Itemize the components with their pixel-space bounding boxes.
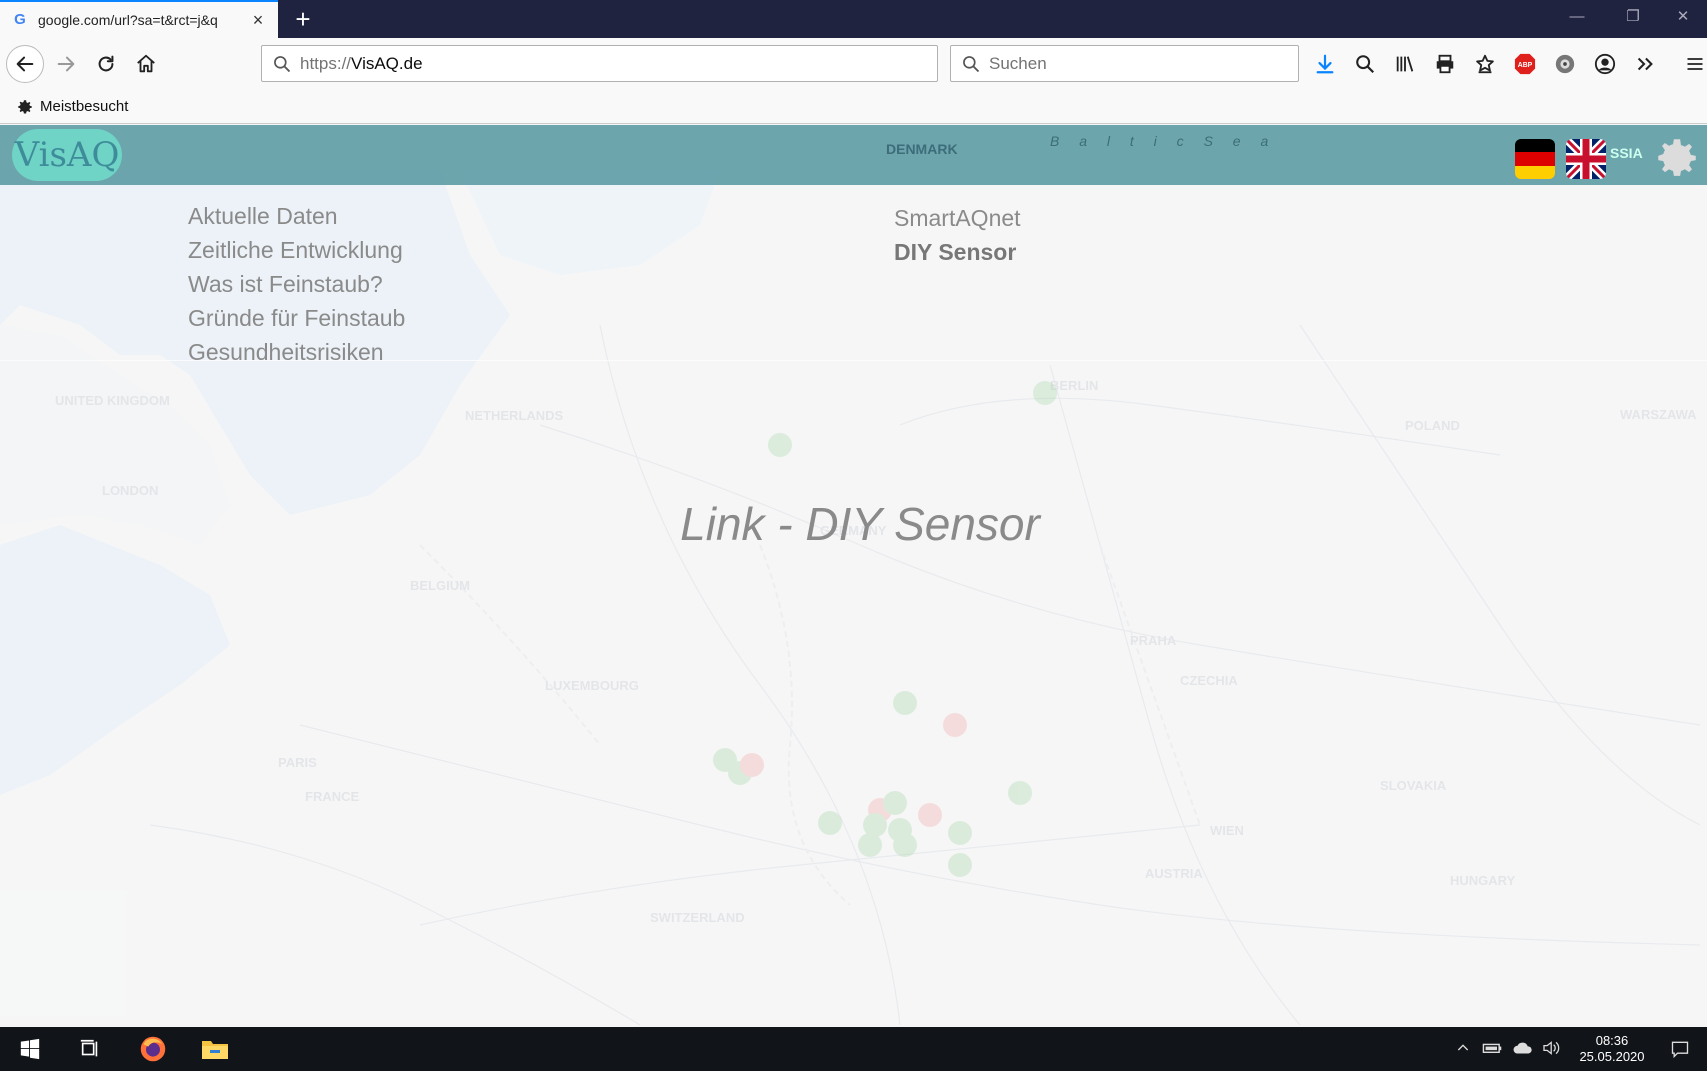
bookmark-label: Meistbesucht (40, 98, 129, 115)
print-icon[interactable] (1431, 50, 1459, 78)
menu-divider (0, 360, 1707, 361)
account-icon[interactable] (1591, 50, 1619, 78)
web-page: UNITED KINGDOM NETHERLANDS GERMANY BELGI… (0, 125, 1707, 1027)
adblock-label: ABP (1518, 62, 1533, 69)
task-view-icon[interactable] (75, 1034, 105, 1064)
nav-item-diy-sensor[interactable]: DIY Sensor (894, 235, 1021, 269)
forward-arrow-icon (57, 56, 75, 72)
menu-icon[interactable] (1681, 50, 1707, 78)
search-icon[interactable] (1351, 50, 1379, 78)
notification-icon[interactable] (1670, 1039, 1690, 1062)
navigation-toolbar: https://VisAQ.de Suchen ABP (0, 38, 1707, 90)
google-favicon-icon: G (14, 11, 26, 28)
nav-item-aktuelle-daten[interactable]: Aktuelle Daten (188, 199, 405, 233)
de-flag-icon[interactable] (1515, 139, 1555, 179)
volume-icon[interactable] (1542, 1040, 1562, 1059)
search-placeholder: Suchen (989, 53, 1047, 73)
bookmark-star-icon[interactable] (1471, 50, 1499, 78)
tab-close-button[interactable]: × (248, 10, 268, 30)
nav-menu-right: SmartAQnet DIY Sensor (894, 201, 1021, 269)
nav-item-gesundheitsrisiken[interactable]: Gesundheitsrisiken (188, 335, 405, 369)
maximize-button[interactable]: ❐ (1610, 0, 1656, 34)
nav-menu-left: Aktuelle Daten Zeitliche Entwicklung Was… (188, 199, 405, 369)
reload-icon (98, 55, 114, 72)
nav-item-smartaqnet[interactable]: SmartAQnet (894, 201, 1021, 235)
bookmarks-toolbar: Meistbesucht (0, 90, 1707, 124)
windows-taskbar: 08:36 25.05.2020 (0, 1027, 1707, 1071)
close-window-button[interactable]: ✕ (1660, 0, 1706, 34)
clock-time: 08:36 (1595, 1033, 1629, 1048)
extension-icon[interactable] (1551, 50, 1579, 78)
gear-icon (18, 99, 32, 113)
battery-icon[interactable] (1482, 1040, 1502, 1059)
onedrive-icon[interactable] (1512, 1040, 1534, 1059)
clock-date: 25.05.2020 (1579, 1049, 1645, 1064)
adblock-icon[interactable]: ABP (1511, 50, 1539, 78)
url-host: VisAQ.de (351, 53, 423, 73)
download-icon[interactable] (1311, 50, 1339, 78)
browser-tab[interactable]: G google.com/url?sa=t&rct=j&q × (0, 0, 278, 38)
search-icon (963, 55, 980, 72)
page-heading: Link - DIY Sensor (680, 498, 1040, 550)
file-explorer-icon[interactable] (200, 1034, 230, 1064)
nav-item-zeitliche-entwicklung[interactable]: Zeitliche Entwicklung (188, 233, 405, 267)
back-arrow-icon (16, 56, 34, 72)
search-bar[interactable]: Suchen (950, 45, 1299, 82)
home-icon (137, 54, 155, 73)
map-label-baltic: B a l t i c S e a (1050, 133, 1277, 149)
home-button[interactable] (127, 45, 165, 83)
overflow-icon[interactable] (1631, 50, 1659, 78)
new-tab-button[interactable]: + (288, 4, 318, 34)
uk-flag-icon[interactable] (1566, 139, 1606, 179)
reload-button[interactable] (87, 45, 125, 83)
nav-item-gruende-fuer-feinstaub[interactable]: Gründe für Feinstaub (188, 301, 405, 335)
search-icon (274, 55, 291, 72)
url-bar[interactable]: https://VisAQ.de (261, 45, 938, 82)
site-header: VisAQ DENMARK B a l t i c S e a SSIA (0, 125, 1707, 185)
firefox-icon[interactable] (138, 1034, 168, 1064)
bookmark-meistbesucht[interactable]: Meistbesucht (16, 98, 128, 116)
system-clock[interactable]: 08:36 25.05.2020 (1572, 1033, 1652, 1065)
minimize-button[interactable]: — (1554, 0, 1600, 34)
library-icon[interactable] (1391, 50, 1419, 78)
chevron-up-icon[interactable] (1455, 1040, 1471, 1059)
visaq-logo[interactable]: VisAQ (12, 129, 122, 181)
map-label-denmark: DENMARK (886, 141, 958, 157)
browser-title-bar: G google.com/url?sa=t&rct=j&q × + — ❐ ✕ (0, 0, 1707, 38)
windows-start-icon[interactable] (15, 1034, 45, 1064)
url-protocol: https:// (300, 53, 352, 73)
forward-button[interactable] (47, 45, 85, 83)
nav-item-was-ist-feinstaub[interactable]: Was ist Feinstaub? (188, 267, 405, 301)
map-label-russia: SSIA (1610, 145, 1643, 161)
back-button[interactable] (6, 45, 44, 83)
tab-title: google.com/url?sa=t&rct=j&q (38, 12, 218, 28)
settings-gear-icon[interactable] (1652, 133, 1702, 183)
